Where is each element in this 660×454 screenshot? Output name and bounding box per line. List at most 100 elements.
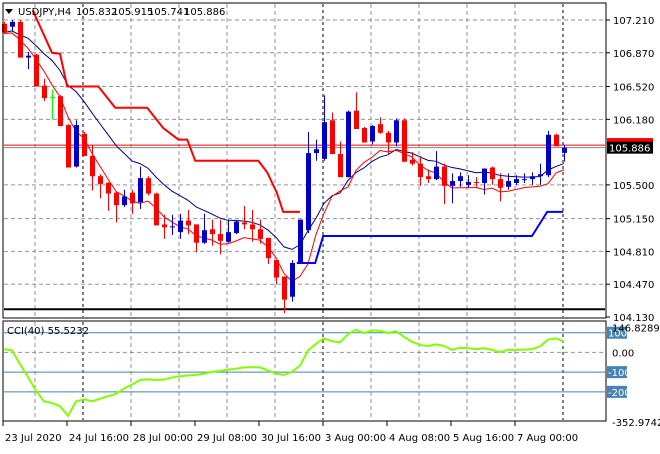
candle — [74, 120, 79, 168]
trading-chart[interactable]: 107.210 106.870 106.520 106.180 105.500 105.1… — [0, 0, 660, 450]
candle-body — [98, 176, 103, 184]
candle-body — [50, 97, 55, 99]
time-axis-label: 28 Jul 00:00 — [133, 433, 193, 444]
time-axis-label: 4 Aug 08:00 — [389, 433, 450, 444]
candle-body — [514, 179, 519, 183]
candle-body — [26, 55, 31, 58]
price-axis-label: 104.810 — [613, 247, 654, 258]
candle-body — [426, 176, 431, 180]
candle-body — [186, 220, 191, 226]
candle-body — [282, 276, 287, 300]
candle-body — [442, 166, 447, 186]
candle-body — [274, 260, 279, 278]
candle-body — [410, 159, 415, 164]
candle-body — [162, 224, 167, 228]
candle — [58, 95, 63, 127]
candle-body — [210, 229, 215, 235]
cci-axis-label-max: 146.8289 — [612, 324, 660, 335]
candle-body — [250, 224, 255, 230]
candle — [82, 131, 87, 156]
candle-body — [386, 132, 391, 143]
candle-body — [322, 122, 327, 159]
time-axis-label: 5 Aug 16:00 — [453, 433, 514, 444]
candle-body — [194, 224, 199, 243]
candle-body — [458, 176, 463, 182]
candle-body — [346, 111, 351, 178]
candle-body — [170, 226, 175, 228]
candle-body — [418, 163, 423, 178]
time-axis-label: 30 Jul 16:00 — [261, 433, 321, 444]
candle — [290, 260, 295, 302]
candle-body — [474, 182, 479, 183]
cci-label: CCI(40) 55.5232 — [7, 326, 89, 337]
price-axis-label: 105.500 — [613, 181, 654, 192]
candle-body — [498, 179, 503, 188]
candle — [554, 133, 559, 147]
candle-body — [122, 196, 127, 206]
candle-body — [242, 222, 247, 225]
candle-body — [402, 120, 407, 162]
price-axis-label: 104.470 — [613, 280, 654, 291]
candle-body — [10, 21, 15, 27]
candle-body — [306, 153, 311, 231]
price-axis-label: 105.150 — [613, 215, 654, 226]
candle — [298, 219, 303, 263]
candle-body — [338, 154, 343, 178]
candle-body — [218, 234, 223, 241]
price-axis-label: 106.520 — [613, 83, 654, 94]
candle-body — [234, 221, 239, 234]
candle — [66, 124, 71, 168]
candle — [402, 118, 407, 162]
candle — [154, 192, 159, 226]
symbol-timeframe: USDJPY,H4 — [18, 7, 71, 18]
candle-body — [114, 192, 119, 206]
time-axis-label: 23 Jul 2020 — [5, 433, 62, 444]
candle-body — [450, 181, 455, 186]
candle-body — [434, 166, 439, 180]
candle-body — [178, 220, 183, 233]
candle-body — [42, 85, 47, 99]
candle-body — [106, 182, 111, 194]
candle-body — [394, 120, 399, 143]
current-price-label: 105.886 — [609, 144, 650, 155]
candle-body — [18, 21, 23, 58]
candle-body — [482, 168, 487, 183]
candle-body — [330, 120, 335, 155]
time-axis-label: 24 Jul 16:00 — [69, 433, 129, 444]
candle — [346, 110, 351, 178]
ohlc-close: 105.886 — [184, 7, 225, 18]
candle-body — [490, 167, 495, 180]
candle — [394, 118, 399, 147]
time-axis-label: 7 Aug 00:00 — [517, 433, 578, 444]
time-axis-label: 3 Aug 00:00 — [325, 433, 386, 444]
cci-level-label: -200 — [608, 388, 631, 399]
candle-body — [538, 174, 543, 177]
background — [0, 0, 660, 450]
candle — [362, 127, 367, 143]
candle-body — [530, 176, 535, 180]
candle-body — [378, 124, 383, 133]
cci-axis-label-zero: 0.00 — [612, 348, 634, 359]
candle — [234, 220, 239, 235]
candle — [34, 53, 39, 87]
candle-body — [298, 219, 303, 263]
price-axis-label: 104.130 — [613, 313, 654, 324]
candle-body — [34, 54, 39, 87]
candle-body — [66, 125, 71, 168]
candle-body — [138, 178, 143, 203]
candle-body — [546, 134, 551, 176]
candle-body — [562, 147, 567, 153]
candle-body — [258, 229, 263, 239]
candle-body — [314, 149, 319, 154]
candle-body — [522, 179, 527, 181]
candle-body — [226, 232, 231, 242]
cci-level-label: -100 — [608, 368, 631, 379]
candle-body — [90, 155, 95, 177]
candle-body — [202, 230, 207, 243]
candle — [146, 176, 151, 196]
candle — [18, 20, 23, 58]
candle — [370, 125, 375, 145]
candle-body — [58, 96, 63, 127]
candle — [546, 130, 551, 178]
price-axis-label: 107.210 — [613, 16, 654, 27]
